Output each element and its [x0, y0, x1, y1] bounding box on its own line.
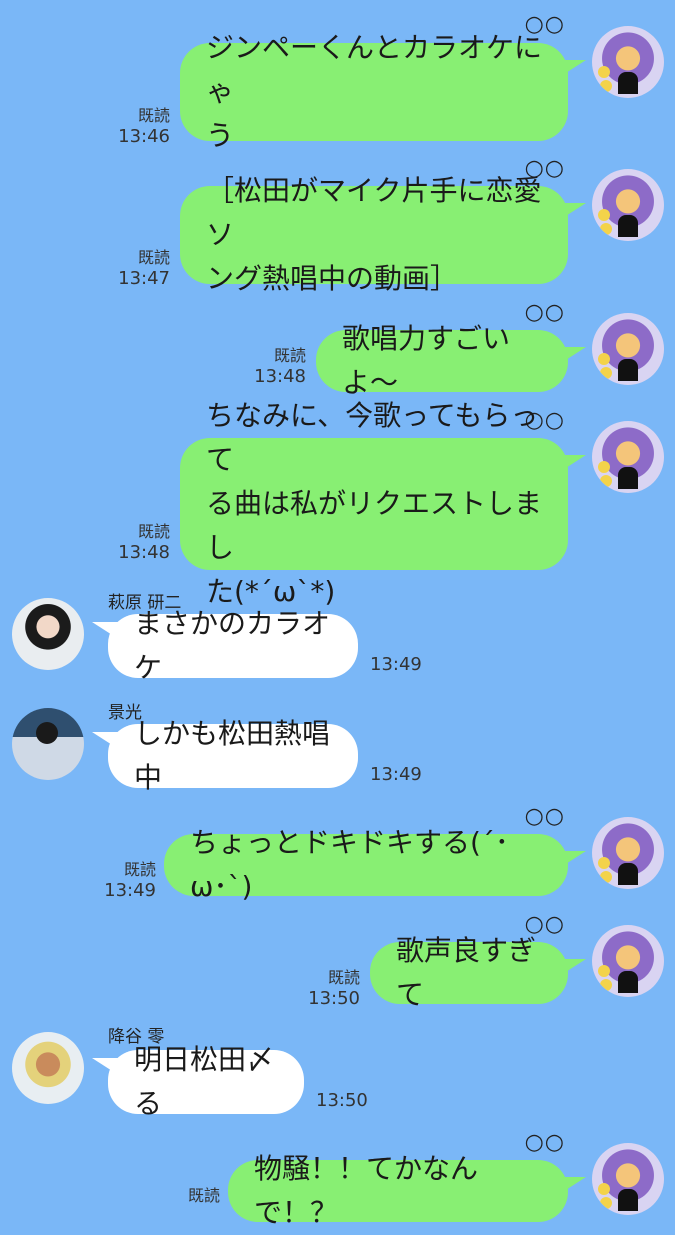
bubble-tail [558, 203, 586, 221]
user-avatar[interactable] [592, 1143, 664, 1215]
message-meta: 既読 13:47 [100, 248, 170, 290]
contact-avatar[interactable] [12, 598, 84, 670]
user-avatar[interactable] [592, 313, 664, 385]
contact-avatar[interactable] [12, 1032, 84, 1104]
timestamp: 13:49 [104, 880, 156, 901]
timestamp: 13:46 [118, 126, 170, 147]
message-bubble[interactable]: 明日松田〆る [108, 1043, 304, 1120]
message-bubble[interactable]: ジンペーくんとカラオケにゃ う [180, 31, 568, 152]
bubble-tail [558, 347, 586, 365]
read-receipt: 既読 [327, 968, 360, 987]
user-avatar[interactable] [592, 26, 664, 98]
bubble-tail [558, 959, 586, 977]
message-bubble[interactable]: ちょっとドキドキする(´･ω･`) [164, 826, 568, 903]
message-bubble[interactable]: 物騒！！てかなんで！？ [228, 1152, 568, 1229]
read-receipt: 既読 [137, 522, 170, 541]
message-bubble[interactable]: 歌唱力すごいよ〜 [316, 322, 568, 399]
timestamp: 13:48 [254, 366, 306, 387]
user-avatar[interactable] [592, 169, 664, 241]
message-meta: 既読 13:49 [84, 860, 156, 902]
message-meta: 既読 13:50 [288, 968, 360, 1010]
message-bubble[interactable]: まさかのカラオケ [108, 607, 358, 684]
timestamp: 13:49 [370, 764, 422, 785]
read-receipt: 既読 [137, 106, 170, 125]
message-meta: 既読 [150, 1186, 220, 1206]
message-bubble[interactable]: 歌声良すぎて [370, 934, 568, 1011]
message-text: ジンペーくんとカラオケにゃ う [206, 31, 543, 152]
message-meta: 既読 13:48 [234, 346, 306, 388]
message-meta: 既読 13:46 [100, 106, 170, 148]
user-avatar[interactable] [592, 421, 664, 493]
read-receipt: 既読 [137, 248, 170, 267]
read-receipt: 既読 [187, 1186, 220, 1205]
user-avatar[interactable] [592, 817, 664, 889]
message-text: 明日松田〆る [134, 1043, 275, 1120]
user-avatar[interactable] [592, 925, 664, 997]
message-bubble[interactable]: しかも松田熱唱中 [108, 717, 358, 794]
message-text: しかも松田熱唱中 [134, 717, 331, 794]
message-text: 歌声良すぎて [396, 934, 537, 1011]
message-text: まさかのカラオケ [134, 607, 331, 684]
bubble-tail [558, 851, 586, 869]
bubble-tail [558, 455, 586, 473]
read-receipt: 既読 [123, 860, 156, 879]
timestamp: 13:48 [118, 542, 170, 563]
bubble-tail [558, 1177, 586, 1195]
message-bubble[interactable]: ちなみに、今歌ってもらって る曲は私がリクエストしまし た(*´ω`*) [180, 399, 568, 608]
timestamp: 13:50 [316, 1090, 368, 1111]
message-bubble[interactable]: ［松田がマイク片手に恋愛ソ ング熱唱中の動画］ [180, 174, 568, 295]
contact-avatar[interactable] [12, 708, 84, 780]
message-text: ちなみに、今歌ってもらって る曲は私がリクエストしまし た(*´ω`*) [206, 399, 543, 608]
message-text: 歌唱力すごいよ〜 [342, 322, 511, 399]
timestamp: 13:49 [370, 654, 422, 675]
message-text: 物騒！！てかなんで！？ [254, 1152, 479, 1229]
timestamp: 13:50 [308, 988, 360, 1009]
bubble-tail [558, 60, 586, 78]
message-text: ちょっとドキドキする(´･ω･`) [190, 826, 509, 903]
chat-window: ○○ ジンペーくんとカラオケにゃ う 既読 13:46 ○○ ［松田がマイク片手… [0, 0, 675, 1229]
message-text: ［松田がマイク片手に恋愛ソ ング熱唱中の動画］ [206, 174, 542, 295]
read-receipt: 既読 [273, 346, 306, 365]
timestamp: 13:47 [118, 268, 170, 289]
message-meta: 既読 13:48 [100, 522, 170, 564]
